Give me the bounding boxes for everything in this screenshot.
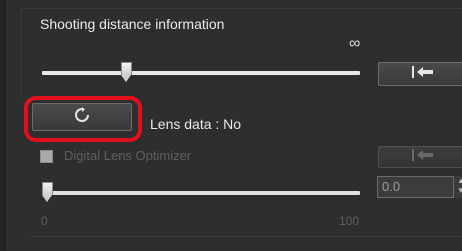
dlo-slider-min-label: 0 <box>41 214 48 228</box>
lens-data-status: Lens data : No <box>150 116 242 132</box>
spinner-up-icon[interactable]: ▲ <box>454 176 462 186</box>
dlo-checkbox-label: Digital Lens Optimizer <box>64 148 192 163</box>
shooting-distance-slider-track[interactable] <box>42 71 360 75</box>
dlo-slider-track[interactable] <box>42 191 360 195</box>
lens-correction-panel: Shooting distance information ∞ Lens dat… <box>0 0 462 251</box>
dlo-apply-button[interactable] <box>378 146 462 168</box>
bottom-divider <box>30 236 462 237</box>
arrow-back-to-start-icon <box>411 65 435 84</box>
dlo-value-spinner[interactable]: ▲ ▼ <box>453 176 462 198</box>
shooting-distance-title: Shooting distance information <box>40 16 225 32</box>
dlo-checkbox[interactable] <box>40 150 53 163</box>
dlo-value-field[interactable]: 0.0 <box>377 176 457 198</box>
spinner-down-icon[interactable]: ▼ <box>454 186 462 196</box>
reset-button-highlight <box>24 96 142 142</box>
shooting-distance-apply-button[interactable] <box>378 62 462 86</box>
arrow-back-to-start-icon <box>411 148 435 167</box>
dlo-slider-max-label: 100 <box>339 214 360 228</box>
infinity-label: ∞ <box>349 35 361 52</box>
